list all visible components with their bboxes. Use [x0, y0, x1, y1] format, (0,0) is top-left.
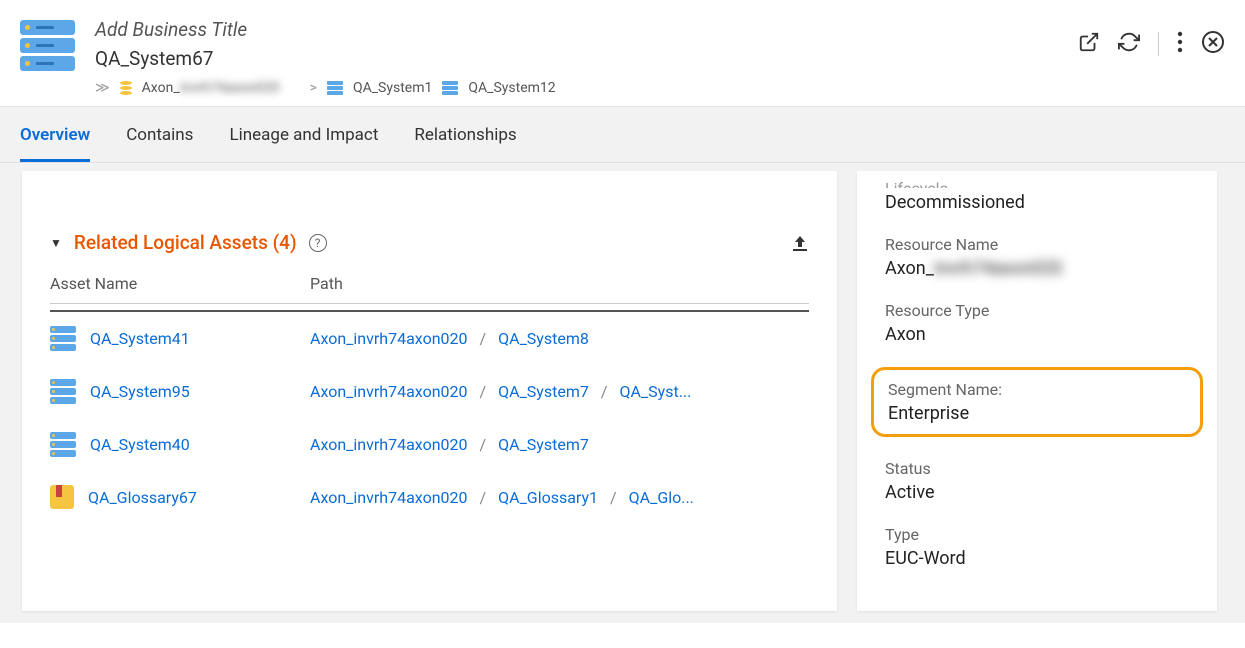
section-header: ▼ Related Logical Assets (4) ? [50, 231, 809, 254]
details-sidebar: Lifecycle Decommissioned Resource Name A… [857, 171, 1217, 611]
path-cell: Axon_invrh74axon020 / QA_System7 / QA_Syst..… [310, 382, 809, 401]
table-row: QA_System41 Axon_invrh74axon020 / QA_System… [50, 312, 809, 365]
asset-cell: QA_Glossary67 [50, 485, 310, 509]
column-asset-name[interactable]: Asset Name [50, 274, 310, 293]
path-link[interactable]: QA_Glo... [629, 488, 694, 507]
chevron-icon: > [310, 80, 317, 96]
field-resource-type: Resource Type Axon [885, 301, 1189, 345]
path-link[interactable]: Axon_invrh74axon020 [310, 329, 468, 348]
divider [1158, 32, 1159, 56]
breadcrumb-item[interactable]: QA_System1 [353, 80, 432, 96]
field-label: Type [885, 525, 1189, 544]
breadcrumb-root[interactable]: Axon_invrh74axon020 [142, 80, 300, 96]
table-row: QA_System95 Axon_invrh74axon020 / QA_System… [50, 365, 809, 418]
table-body: QA_System41Axon_invrh74axon020/QA_System… [50, 310, 809, 523]
path-separator: / [610, 488, 617, 507]
breadcrumb: ≫ Axon_invrh74axon020 > QA_System1 QA_Sy… [95, 80, 1078, 96]
header-titles: Add Business Title QA_System67 ≫ Axon_in… [95, 18, 1078, 96]
path-separator: / [480, 435, 487, 454]
tab-relationships[interactable]: Relationships [414, 125, 516, 162]
field-value: EUC-Word [885, 548, 1189, 569]
path-separator: / [601, 382, 608, 401]
tab-overview[interactable]: Overview [20, 125, 90, 162]
field-label: Segment Name: [888, 380, 1186, 399]
system-icon [442, 81, 458, 95]
field-value: Axon_invrh74axon020 [885, 258, 1189, 279]
path-link[interactable]: QA_System7 [498, 382, 589, 401]
field-value: Axon [885, 324, 1189, 345]
chevron-icon: ≫ [95, 80, 110, 96]
asset-link[interactable]: QA_System40 [90, 435, 190, 454]
field-value: Enterprise [888, 403, 1186, 424]
tab-contains[interactable]: Contains [126, 125, 193, 162]
database-icon [120, 81, 132, 95]
path-separator: / [480, 329, 487, 348]
header-actions [1078, 30, 1225, 58]
system-icon [50, 432, 76, 457]
path-link[interactable]: Axon_invrh74axon020 [310, 488, 468, 507]
field-label: Lifecycle [885, 177, 1189, 188]
path-cell: Axon_invrh74axon020 / QA_System8 [310, 329, 809, 348]
path-link[interactable]: QA_System7 [498, 435, 589, 454]
main-panel: ▼ Related Logical Assets (4) ? Asset Nam… [22, 171, 837, 611]
field-label: Resource Type [885, 301, 1189, 320]
content-area: ▼ Related Logical Assets (4) ? Asset Nam… [0, 163, 1245, 623]
column-path[interactable]: Path [310, 274, 343, 293]
system-icon [20, 20, 75, 71]
table-row: QA_System40 Axon_invrh74axon020 / QA_System… [50, 418, 809, 471]
field-segment-name: Segment Name: Enterprise [871, 367, 1203, 437]
refresh-icon[interactable] [1118, 31, 1140, 57]
field-label: Status [885, 459, 1189, 478]
path-link[interactable]: QA_Glossary1 [498, 488, 598, 507]
breadcrumb-item[interactable]: QA_System12 [468, 80, 555, 96]
help-icon[interactable]: ? [309, 234, 327, 252]
tab-bar: Overview Contains Lineage and Impact Rel… [0, 107, 1245, 163]
system-icon [327, 81, 343, 95]
field-lifecycle: Lifecycle Decommissioned [885, 177, 1189, 213]
system-icon [50, 379, 76, 404]
field-label: Resource Name [885, 235, 1189, 254]
field-resource-name: Resource Name Axon_invrh74axon020 [885, 235, 1189, 279]
asset-cell: QA_System95 [50, 379, 310, 404]
path-cell: Axon_invrh74axon020 / QA_System7 [310, 435, 809, 454]
more-icon[interactable] [1177, 31, 1183, 57]
table-row: QA_Glossary67 Axon_invrh74axon020 / QA_Glos… [50, 471, 809, 523]
tab-lineage[interactable]: Lineage and Impact [229, 125, 378, 162]
open-external-icon[interactable] [1078, 31, 1100, 57]
glossary-icon [50, 485, 74, 509]
field-value: Active [885, 482, 1189, 503]
field-value: Decommissioned [885, 192, 1189, 213]
system-name: QA_System67 [95, 47, 1078, 70]
asset-link[interactable]: QA_System41 [90, 329, 190, 348]
path-cell: Axon_invrh74axon020 / QA_Glossary1 / QA_Glo.… [310, 488, 809, 507]
path-link[interactable]: QA_Syst... [619, 382, 691, 401]
asset-cell: QA_System40 [50, 432, 310, 457]
table-header: Asset Name Path [50, 274, 809, 304]
path-separator: / [480, 382, 487, 401]
export-icon[interactable] [791, 234, 809, 252]
business-title-placeholder[interactable]: Add Business Title [95, 18, 1078, 41]
asset-link[interactable]: QA_Glossary67 [88, 488, 197, 507]
field-status: Status Active [885, 459, 1189, 503]
asset-link[interactable]: QA_System95 [90, 382, 190, 401]
field-type: Type EUC-Word [885, 525, 1189, 569]
close-icon[interactable] [1201, 30, 1225, 58]
path-link[interactable]: Axon_invrh74axon020 [310, 435, 468, 454]
collapse-caret-icon[interactable]: ▼ [50, 236, 62, 250]
path-separator: / [480, 488, 487, 507]
section-title: Related Logical Assets (4) [74, 231, 297, 254]
system-icon [50, 326, 76, 351]
path-link[interactable]: Axon_invrh74axon020 [310, 382, 468, 401]
page-header: Add Business Title QA_System67 ≫ Axon_in… [0, 0, 1245, 107]
path-link[interactable]: QA_System8 [498, 329, 589, 348]
asset-cell: QA_System41 [50, 326, 310, 351]
